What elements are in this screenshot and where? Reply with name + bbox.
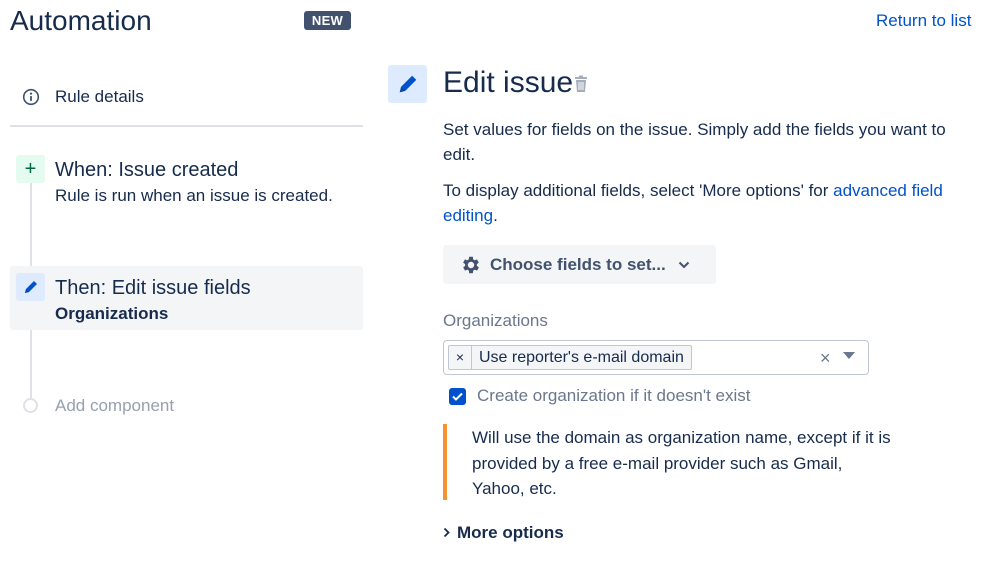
rule-details-label: Rule details: [55, 87, 144, 106]
chevron-right-icon: [443, 526, 450, 541]
action-subtitle: Organizations: [55, 304, 169, 323]
trash-icon[interactable]: [573, 75, 589, 98]
pencil-icon: [16, 273, 45, 301]
panel-description: Set values for fields on the issue. Simp…: [443, 120, 946, 164]
sidebar-divider: [10, 125, 363, 127]
gear-icon: [460, 254, 482, 276]
action-title: Then: Edit issue fields: [55, 277, 251, 299]
info-icon: [22, 88, 40, 106]
advanced-editing-hint: To display additional fields, select 'Mo…: [443, 178, 963, 228]
panel-title: Edit issue: [443, 66, 574, 99]
choose-fields-button[interactable]: Choose fields to set...: [443, 245, 716, 284]
hint-prefix: To display additional fields, select 'Mo…: [443, 181, 834, 200]
clear-selection-icon[interactable]: ×: [820, 349, 831, 367]
info-text: Will use the domain as organization name…: [472, 428, 891, 498]
organization-chip: × Use reporter's e-mail domain: [448, 345, 692, 370]
chip-label: Use reporter's e-mail domain: [479, 348, 684, 366]
pencil-icon: [388, 65, 427, 103]
add-component-link[interactable]: Add component: [55, 396, 174, 416]
trigger-title[interactable]: When: Issue created: [55, 158, 238, 182]
chevron-down-icon: [678, 261, 690, 269]
page-title: Automation: [10, 5, 152, 36]
choose-fields-label: Choose fields to set...: [490, 254, 666, 274]
more-options-label: More options: [457, 523, 564, 542]
trigger-description: Rule is run when an issue is created.: [55, 186, 333, 205]
dropdown-caret-icon[interactable]: [843, 352, 855, 359]
add-component-dot-icon: [23, 398, 38, 413]
create-organization-checkbox[interactable]: [449, 388, 466, 405]
organizations-label: Organizations: [443, 311, 548, 330]
return-to-list-link[interactable]: Return to list: [876, 11, 971, 31]
rule-details-item[interactable]: Rule details: [22, 84, 144, 110]
info-accent-bar: [443, 424, 447, 500]
hint-suffix: .: [493, 206, 498, 225]
create-organization-label: Create organization if it doesn't exist: [477, 386, 751, 405]
chip-remove-icon[interactable]: ×: [449, 346, 472, 369]
more-options-toggle[interactable]: More options: [443, 523, 564, 543]
plus-icon: +: [16, 155, 45, 183]
new-badge: NEW: [304, 11, 351, 30]
